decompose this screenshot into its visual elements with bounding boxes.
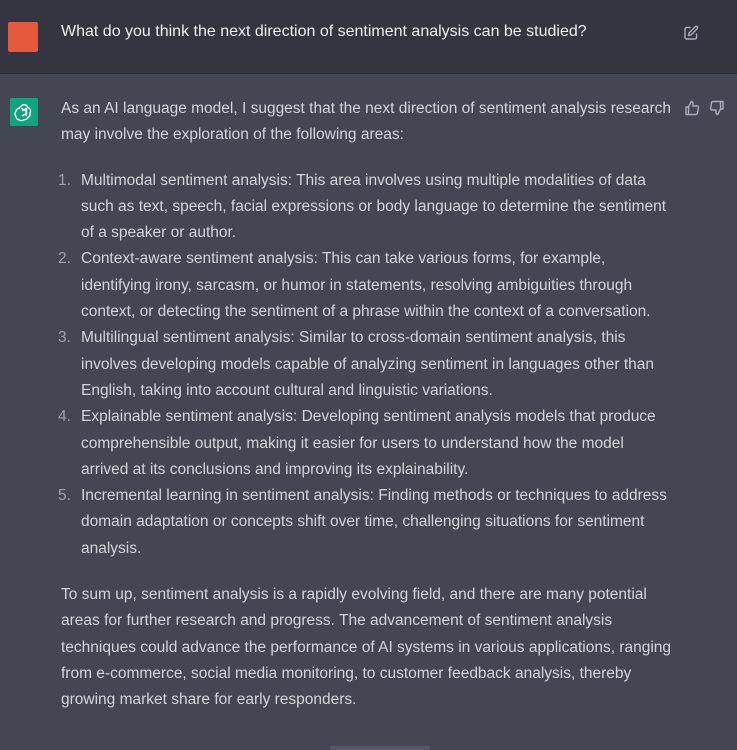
suggestion-list: 1. Multimodal sentiment analysis: This a… — [58, 168, 675, 562]
list-item: 4. Explainable sentiment analysis: Devel… — [58, 404, 675, 483]
list-item-number: 5. — [58, 487, 71, 505]
user-message-text: What do you think the next direction of … — [61, 23, 587, 40]
list-item-text: Explainable sentiment analysis: Developi… — [81, 408, 656, 478]
list-item-text: Multimodal sentiment analysis: This area… — [81, 171, 667, 242]
assistant-message-row: As an AI language model, I suggest that … — [0, 74, 737, 750]
user-message-row: What do you think the next direction of … — [0, 0, 737, 74]
user-avatar — [8, 22, 38, 52]
list-item-number: 1. — [58, 171, 71, 189]
scroll-to-bottom-hint[interactable] — [330, 746, 430, 750]
list-item: 3. Multilingual sentiment analysis: Simi… — [58, 325, 675, 404]
edit-icon[interactable] — [683, 25, 699, 41]
list-item-number: 3. — [58, 329, 71, 347]
list-item-text: Multilingual sentiment analysis: Similar… — [81, 329, 655, 399]
thumbs-down-icon[interactable] — [709, 100, 725, 116]
list-item-number: 4. — [58, 408, 71, 426]
thumbs-up-icon[interactable] — [684, 100, 700, 116]
list-item-text: Context-aware sentiment analysis: This c… — [81, 250, 651, 321]
list-item: 5. Incremental learning in sentiment ana… — [58, 483, 675, 562]
list-item: 1. Multimodal sentiment analysis: This a… — [58, 168, 675, 247]
summary-paragraph: To sum up, sentiment analysis is a rapid… — [61, 586, 672, 709]
list-item-number: 2. — [58, 250, 71, 268]
openai-logo-icon — [10, 98, 38, 126]
list-item: 2. Context-aware sentiment analysis: Thi… — [58, 246, 675, 325]
intro-paragraph: As an AI language model, I suggest that … — [61, 100, 672, 144]
list-item-text: Incremental learning in sentiment analys… — [81, 487, 667, 557]
assistant-message-content: As an AI language model, I suggest that … — [58, 96, 675, 714]
